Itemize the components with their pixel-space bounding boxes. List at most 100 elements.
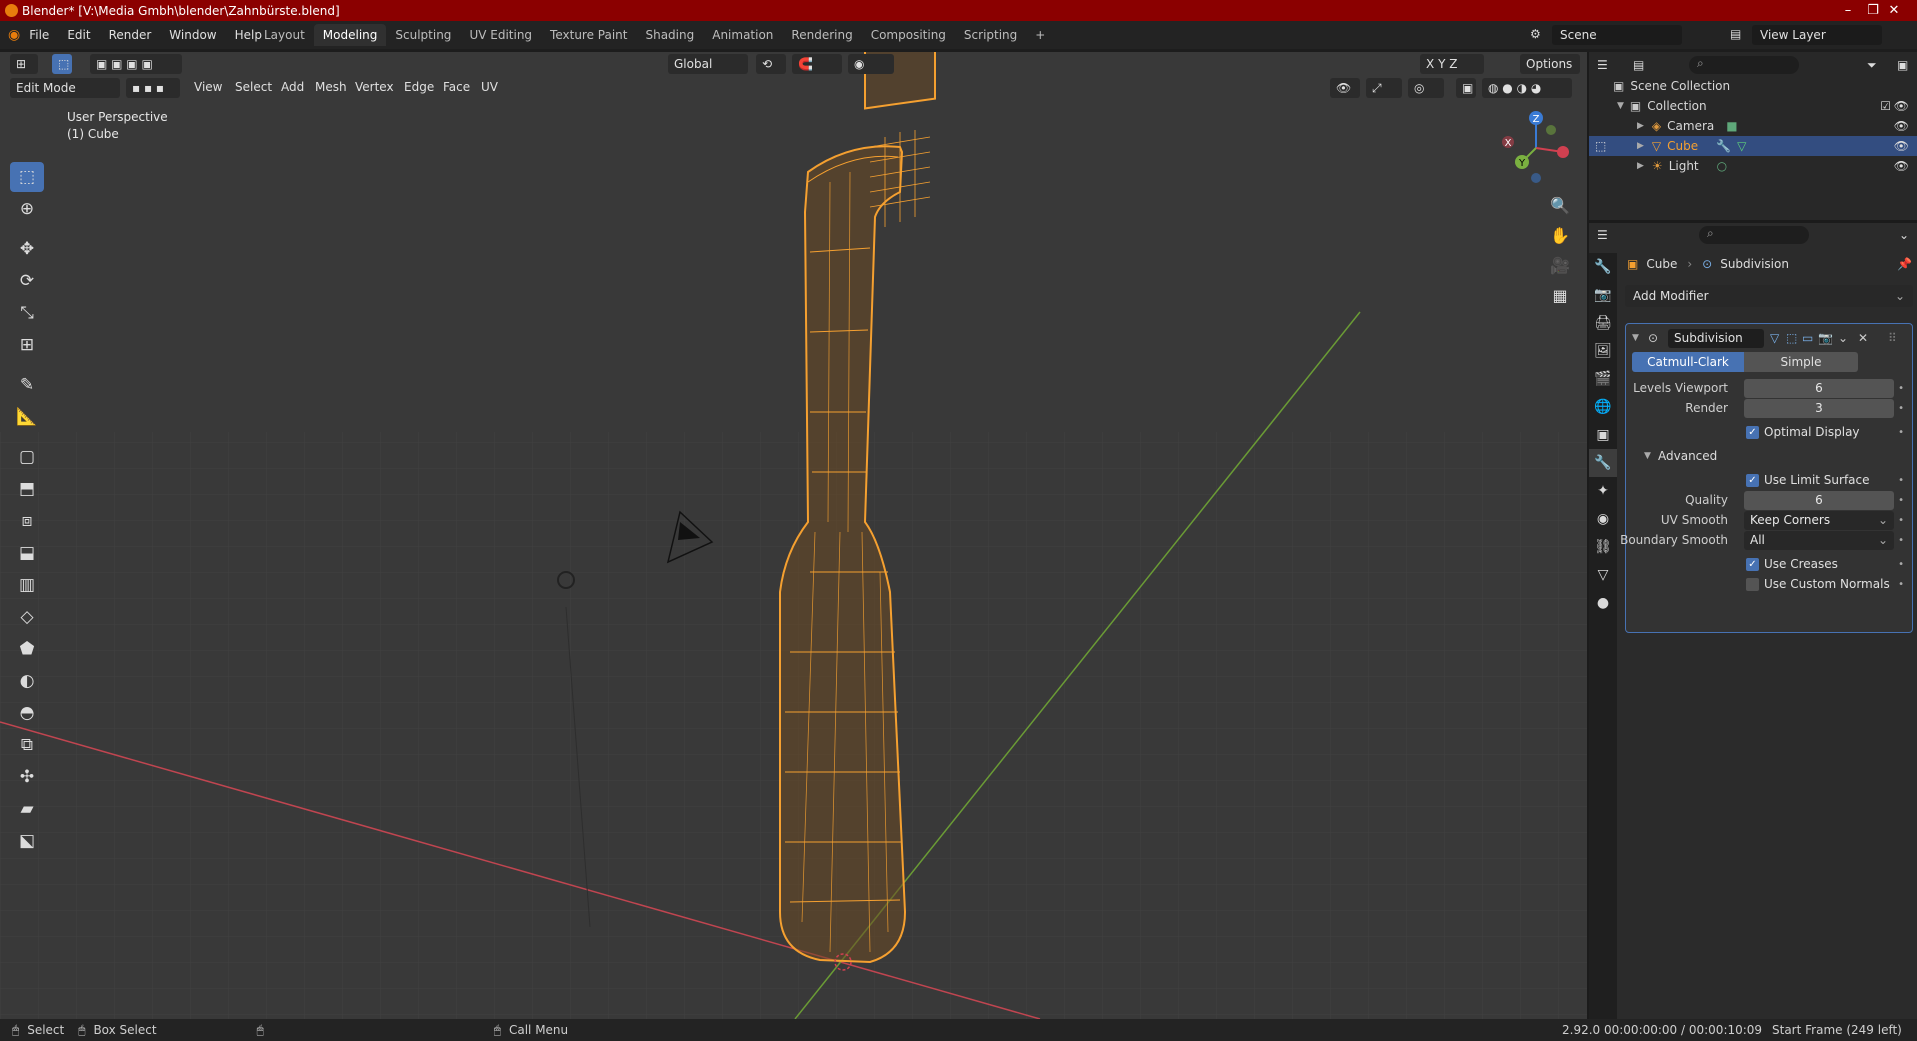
edit-mode-toggle-icon[interactable]: ▽ <box>1770 331 1779 345</box>
shrink-fatten-tool-icon[interactable]: ✣ <box>10 762 44 792</box>
perspective-toggle-icon[interactable]: ▦ <box>1546 281 1574 309</box>
3d-viewport[interactable]: ⊞ ⬚ ▣ ▣ ▣ ▣ Global ⟲ 🧲 ◉ X Y Z Options E… <box>0 52 1587 1019</box>
output-tab-icon[interactable]: 🖨 <box>1589 309 1617 337</box>
remove-modifier-icon[interactable]: ✕ <box>1858 331 1868 345</box>
expand-collection-icon[interactable]: ▼ <box>1617 101 1624 111</box>
modifier-tab-icon[interactable]: 🔧 <box>1589 449 1617 477</box>
vp-menu-mesh[interactable]: Mesh <box>315 80 347 94</box>
collection-eye-icon[interactable]: 👁 <box>1894 99 1909 113</box>
display-mode-icon[interactable]: ▤ <box>1633 58 1644 72</box>
view-layer-icon[interactable]: ▤ <box>1730 27 1741 41</box>
quality-field[interactable]: 6 <box>1744 490 1894 510</box>
xray-icon[interactable]: ▣ <box>1456 78 1476 98</box>
mesh-data-icon[interactable]: ▽ <box>1737 139 1746 153</box>
collection-checkbox-icon[interactable]: ☑ <box>1880 99 1891 113</box>
keyframe-dot-icon[interactable]: • <box>1898 403 1904 414</box>
close-button[interactable]: ✕ <box>1871 0 1917 21</box>
catmull-clark-button[interactable]: Catmull-Clark <box>1632 352 1744 372</box>
annotate-tool-icon[interactable]: ✎ <box>10 370 44 400</box>
bevel-tool-icon[interactable]: ⬓ <box>10 538 44 568</box>
cube-eye-icon[interactable]: 👁 <box>1894 139 1909 153</box>
poly-build-tool-icon[interactable]: ⬟ <box>10 634 44 664</box>
pivot-icon[interactable]: ⟲ <box>756 54 786 74</box>
render-toggle-icon[interactable]: 📷 <box>1818 331 1833 345</box>
tab-texture-paint[interactable]: Texture Paint <box>541 24 636 46</box>
smooth-tool-icon[interactable]: ◓ <box>10 698 44 728</box>
scale-tool-icon[interactable]: ⤡ <box>10 298 44 328</box>
menu-file[interactable]: File <box>20 28 58 42</box>
spin-tool-icon[interactable]: ◐ <box>10 666 44 696</box>
scene-tab-icon[interactable]: 🎬 <box>1589 365 1617 393</box>
select-tool-icon[interactable]: ⬚ <box>52 54 72 74</box>
outliner-item-camera[interactable]: ▶ ◈ Camera ■ 👁 <box>1589 116 1917 136</box>
modifier-menu-icon[interactable]: ⌄ <box>1838 331 1848 345</box>
visibility-icon[interactable]: 👁 <box>1330 78 1360 98</box>
render-levels-field[interactable]: 3 <box>1744 398 1894 418</box>
keyframe-dot-icon[interactable]: • <box>1898 475 1904 486</box>
use-creases-checkbox[interactable]: ✓ <box>1746 557 1759 571</box>
keyframe-dot-icon[interactable]: • <box>1898 495 1904 506</box>
move-tool-icon[interactable]: ✥ <box>10 234 44 264</box>
tab-compositing[interactable]: Compositing <box>862 24 955 46</box>
tab-rendering[interactable]: Rendering <box>782 24 861 46</box>
navigation-gizmo[interactable]: Z Y X <box>1496 108 1576 188</box>
extrude-tool-icon[interactable]: ⬒ <box>10 474 44 504</box>
vp-menu-view[interactable]: View <box>194 80 222 94</box>
options-dropdown[interactable]: Options <box>1520 54 1580 74</box>
light-eye-icon[interactable]: 👁 <box>1894 159 1909 173</box>
data-tab-icon[interactable]: ▽ <box>1589 561 1617 589</box>
expand-cube-icon[interactable]: ▶ <box>1637 141 1644 151</box>
light-data-icon[interactable]: ○ <box>1717 159 1727 173</box>
view-layer-selector[interactable]: View Layer <box>1752 25 1882 45</box>
tab-shading[interactable]: Shading <box>636 24 703 46</box>
outliner-item-light[interactable]: ▶ ☀ Light ○ 👁 <box>1589 156 1917 176</box>
on-cage-toggle-icon[interactable]: ⬚ <box>1786 331 1797 345</box>
blender-menu-icon[interactable]: ◉ <box>8 27 20 43</box>
levels-viewport-field[interactable]: 6 <box>1744 378 1894 398</box>
properties-search-input[interactable]: ⌕ <box>1699 226 1809 244</box>
simple-button[interactable]: Simple <box>1744 352 1858 372</box>
rotate-tool-icon[interactable]: ⟳ <box>10 266 44 296</box>
tab-animation[interactable]: Animation <box>703 24 782 46</box>
vp-menu-edge[interactable]: Edge <box>404 80 434 94</box>
object-tab-icon[interactable]: ▣ <box>1589 421 1617 449</box>
mode-dropdown[interactable]: Edit Mode <box>10 78 120 98</box>
cursor-tool-icon[interactable]: ⊕ <box>10 194 44 224</box>
use-custom-normals-checkbox[interactable] <box>1746 577 1759 591</box>
loop-cut-tool-icon[interactable]: ▥ <box>10 570 44 600</box>
outliner-item-cube[interactable]: ⬚ ▶ ▽ Cube 🔧 ▽ 👁 <box>1589 136 1917 156</box>
tool-tab-icon[interactable]: 🔧 <box>1589 253 1617 281</box>
tab-sculpting[interactable]: Sculpting <box>386 24 460 46</box>
add-workspace-button[interactable]: + <box>1026 24 1054 46</box>
uv-smooth-dropdown[interactable]: Keep Corners ⌄ <box>1744 510 1894 530</box>
outliner-search-input[interactable]: ⌕ <box>1689 56 1799 74</box>
constraints-tab-icon[interactable]: ⛓ <box>1589 533 1617 561</box>
edit-mode-indicator-icon[interactable]: ⬚ <box>1595 139 1606 153</box>
axis-x-toggle[interactable]: X <box>1426 57 1434 71</box>
keyframe-dot-icon[interactable]: • <box>1898 579 1904 590</box>
outliner-editor-icon[interactable]: ☰ <box>1597 58 1608 72</box>
snap-icon[interactable]: 🧲 <box>792 54 842 74</box>
scene-icon[interactable]: ⚙ <box>1530 27 1541 41</box>
tab-uv-editing[interactable]: UV Editing <box>460 24 541 46</box>
add-modifier-dropdown[interactable]: Add Modifier ⌄ <box>1625 285 1913 307</box>
camera-view-icon[interactable]: 🎥 <box>1546 251 1574 279</box>
properties-editor-icon[interactable]: ☰ <box>1597 228 1608 242</box>
keyframe-dot-icon[interactable]: • <box>1898 515 1904 526</box>
knife-tool-icon[interactable]: ◇ <box>10 602 44 632</box>
optimal-display-checkbox[interactable]: ✓ <box>1746 425 1759 439</box>
zoom-icon[interactable]: 🔍 <box>1546 191 1574 219</box>
shading-mode-icons[interactable]: ◍ ● ◑ ◕ <box>1482 78 1572 98</box>
shear-tool-icon[interactable]: ▰ <box>10 794 44 824</box>
keyframe-dot-icon[interactable]: • <box>1898 383 1904 394</box>
select-mode-buttons[interactable]: ▪ ▪ ▪ <box>126 78 180 98</box>
vp-menu-face[interactable]: Face <box>443 80 470 94</box>
mirror-axes[interactable]: X Y Z <box>1420 54 1484 74</box>
vp-menu-vertex[interactable]: Vertex <box>355 80 394 94</box>
drag-handle-icon[interactable]: ⠿ <box>1888 331 1897 345</box>
scene-selector[interactable]: Scene <box>1552 25 1682 45</box>
collapse-advanced-icon[interactable]: ▼ <box>1644 451 1651 461</box>
particles-tab-icon[interactable]: ✦ <box>1589 477 1617 505</box>
outliner-collection[interactable]: ▼ ▣ Collection ☑ 👁 <box>1589 96 1917 116</box>
view-layer-tab-icon[interactable]: 🖼 <box>1589 337 1617 365</box>
